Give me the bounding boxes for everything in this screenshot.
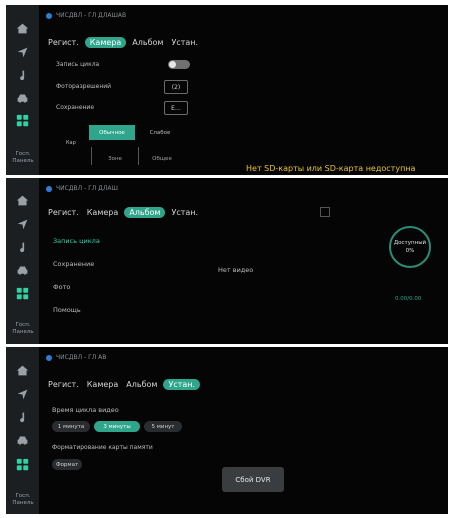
car-icon[interactable] <box>15 433 30 448</box>
music-icon[interactable] <box>15 68 30 83</box>
album-item-saved[interactable]: Сохранение <box>53 260 94 268</box>
photo-resolution-label: Фоторазрешений <box>56 83 112 90</box>
car-icon[interactable] <box>15 91 30 106</box>
option-5-minutes[interactable]: 5 минут <box>144 421 182 432</box>
tab-camera[interactable]: Камера <box>85 379 121 390</box>
tab-register[interactable]: Регист. <box>46 207 81 218</box>
loop-record-label: Запись цикла <box>56 61 100 68</box>
resolution-value: (2) <box>171 83 181 91</box>
gauge-label: Доступный <box>393 240 427 246</box>
album-item-loop[interactable]: Запись цикла <box>53 237 100 245</box>
status-text: ЧИСДВЛ - ГЛ ДЛАШАВ <box>56 12 127 19</box>
segment-zone-label: Зоне <box>108 155 122 162</box>
option-1-minute[interactable]: 1 минута <box>52 421 90 432</box>
status-bar: ЧИСДВЛ - ГЛ АВ <box>46 354 106 361</box>
format-button[interactable]: Формат <box>52 459 82 470</box>
status-text: ЧИСДВЛ - ГЛ АВ <box>56 354 107 361</box>
sidebar-label[interactable]: Госп. Панель <box>8 151 38 165</box>
album-item-photo[interactable]: Фото <box>53 283 70 291</box>
save-label: Сохранение <box>56 104 95 111</box>
tab-register[interactable]: Регист. <box>46 37 81 48</box>
tab-settings[interactable]: Устан. <box>169 37 200 48</box>
sidebar-label[interactable]: Госп. Панель <box>8 493 38 507</box>
format-button-label: Формат <box>55 461 79 468</box>
navigation-icon[interactable] <box>15 45 30 60</box>
segment-left-label: Кар <box>66 140 76 146</box>
segment-normal-label: Обычное <box>99 129 125 136</box>
sidebar: Госп. Панель <box>6 347 39 514</box>
sidebar-label[interactable]: Госп. Панель <box>8 322 38 336</box>
loop-record-toggle[interactable] <box>168 60 190 69</box>
segment-zone-option[interactable]: Зоне <box>93 151 137 166</box>
loop-time-label: Время цикла видео <box>52 406 119 414</box>
sidebar: Госп. Панель <box>6 5 39 175</box>
tab-settings[interactable]: Устан. <box>169 207 200 218</box>
apps-icon[interactable] <box>15 113 30 128</box>
sidebar: Госп. Панель <box>6 178 39 344</box>
toast-text: Сбой DVR <box>235 475 271 484</box>
format-label: Форматирование карты памяти <box>52 444 153 451</box>
tab-camera[interactable]: Камера <box>85 207 121 218</box>
panel-settings: Госп. Панель ЧИСДВЛ - ГЛ АВ Регист. Каме… <box>6 347 448 514</box>
status-bar: ЧИСДВЛ - ГЛ ДЛАШ <box>46 185 118 192</box>
home-icon[interactable] <box>15 193 30 208</box>
tab-settings[interactable]: Устан. <box>163 379 201 390</box>
bluetooth-icon <box>46 354 52 361</box>
dvr-error-toast: Сбой DVR <box>222 467 284 492</box>
album-item-help[interactable]: Помощь <box>53 306 81 314</box>
apps-icon[interactable] <box>15 457 30 472</box>
segment-weak-label: Слабое <box>149 129 171 136</box>
segment-general-label: Общее <box>152 155 172 162</box>
panel-album: Госп. Панель ЧИСДВЛ - ГЛ ДЛАШ Регист. Ка… <box>6 178 448 344</box>
music-icon[interactable] <box>15 410 30 425</box>
tab-bar: Регист. Камера Альбом Устан. <box>46 207 200 218</box>
status-text: ЧИСДВЛ - ГЛ ДЛАШ <box>56 185 118 192</box>
empty-state-text: Нет видео <box>218 266 254 274</box>
navigation-icon[interactable] <box>15 387 30 402</box>
tab-register[interactable]: Регист. <box>46 379 81 390</box>
segment-divider-2 <box>138 147 139 165</box>
tab-camera[interactable]: Камера <box>84 37 127 48</box>
gauge-value: 0% <box>405 248 415 254</box>
navigation-icon[interactable] <box>15 217 30 232</box>
segment-divider <box>91 147 92 165</box>
sd-card-warning: Нет SD-карты или SD-карта недоступна <box>246 164 416 173</box>
tab-album[interactable]: Альбом <box>130 37 165 48</box>
option-1-minute-label: 1 минута <box>57 423 85 430</box>
tab-album[interactable]: Альбом <box>124 207 166 218</box>
segment-normal-option[interactable]: Обычное <box>89 125 135 140</box>
tab-album[interactable]: Альбом <box>124 379 159 390</box>
home-icon[interactable] <box>15 363 30 378</box>
tab-bar: Регист. Камера Альбом Устан. <box>46 379 201 390</box>
gauge-sub: 0.00/0.00 <box>395 296 422 302</box>
option-3-minutes-label: 3 минуты <box>103 423 131 430</box>
segment-weak-option[interactable]: Слабое <box>137 125 183 140</box>
status-bar: ЧИСДВЛ - ГЛ ДЛАШАВ <box>46 12 126 19</box>
photo-resolution-button[interactable]: (2) <box>164 80 188 94</box>
option-3-minutes[interactable]: 3 минуты <box>94 421 140 432</box>
option-5-minutes-label: 5 минут <box>151 423 175 430</box>
tab-bar: Регист. Камера Альбом Устан. <box>46 37 200 48</box>
bluetooth-icon <box>46 12 52 19</box>
apps-icon[interactable] <box>15 286 30 301</box>
save-icon: E… <box>171 104 181 112</box>
segment-general-option[interactable]: Общее <box>140 151 184 166</box>
bluetooth-icon <box>46 185 52 192</box>
save-button[interactable]: E… <box>164 101 188 115</box>
home-icon[interactable] <box>15 21 30 36</box>
edit-icon[interactable] <box>320 207 330 217</box>
car-icon[interactable] <box>15 263 30 278</box>
panel-camera: Госп. Панель ЧИСДВЛ - ГЛ ДЛАШАВ Регист. … <box>6 5 448 175</box>
music-icon[interactable] <box>15 240 30 255</box>
storage-gauge: Доступный 0% <box>389 226 431 268</box>
